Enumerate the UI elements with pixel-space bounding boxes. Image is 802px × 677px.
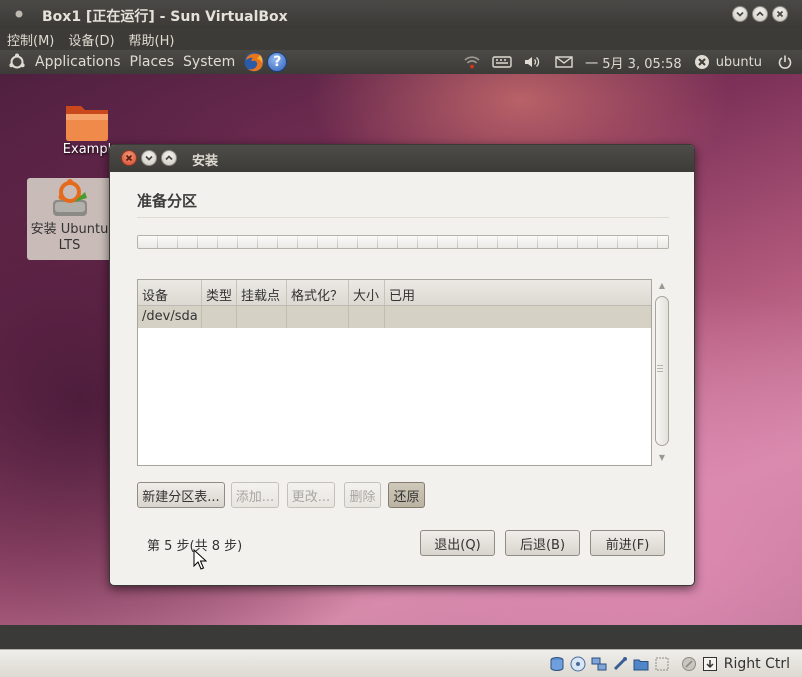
revert-button[interactable]: 还原 bbox=[388, 482, 425, 508]
table-header: 设备 类型 挂载点 格式化？ 大小 已用 bbox=[138, 280, 651, 306]
user-menu[interactable]: ubuntu bbox=[694, 54, 762, 70]
col-mount[interactable]: 挂载点 bbox=[237, 280, 287, 305]
cell-mount bbox=[237, 306, 287, 328]
scroll-up-icon[interactable]: ▲ bbox=[657, 281, 667, 291]
dialog-close-button[interactable] bbox=[121, 150, 137, 166]
vbox-menubar: 控制(M) 设备(D) 帮助(H) bbox=[0, 28, 802, 50]
menu-applications[interactable]: Applications bbox=[35, 54, 121, 70]
dialog-minimize-button[interactable] bbox=[141, 150, 157, 166]
user-status-icon bbox=[694, 55, 709, 69]
col-format[interactable]: 格式化？ bbox=[287, 280, 349, 305]
cell-size bbox=[349, 306, 385, 328]
table-row[interactable]: /dev/sda bbox=[138, 306, 651, 328]
forward-button[interactable]: 前进(F) bbox=[590, 530, 665, 556]
minimize-button[interactable] bbox=[732, 6, 748, 22]
menu-system[interactable]: System bbox=[183, 54, 235, 70]
back-button[interactable]: 后退(B) bbox=[505, 530, 580, 556]
table-scrollbar[interactable]: ▲ ▼ bbox=[654, 279, 670, 466]
menu-help[interactable]: 帮助(H) bbox=[129, 30, 175, 49]
chevron-down-icon bbox=[145, 155, 153, 161]
col-type[interactable]: 类型 bbox=[202, 280, 237, 305]
username: ubuntu bbox=[715, 54, 762, 70]
dialog-title-bar[interactable]: 安装 bbox=[110, 145, 694, 172]
chevron-up-icon bbox=[756, 11, 764, 17]
close-button[interactable] bbox=[772, 6, 788, 22]
vbox-status-bar: Right Ctrl bbox=[0, 649, 802, 677]
page-title: 准备分区 bbox=[137, 192, 198, 210]
partition-table: 设备 类型 挂载点 格式化？ 大小 已用 /dev/sda bbox=[137, 279, 652, 466]
cell-format bbox=[287, 306, 349, 328]
window-menu-icon[interactable] bbox=[12, 7, 26, 21]
cell-type bbox=[202, 306, 237, 328]
display-icon[interactable] bbox=[653, 655, 671, 673]
firefox-icon[interactable] bbox=[243, 51, 265, 73]
desktop-icon-installer[interactable]: 安装 Ubuntu LTS bbox=[27, 178, 112, 260]
install-dialog: 安装 准备分区 设备 类型 挂载点 格式化？ 大小 已用 /dev/sda ▲ … bbox=[109, 144, 695, 586]
menu-control[interactable]: 控制(M) bbox=[7, 30, 54, 49]
cell-device: /dev/sda bbox=[138, 306, 202, 328]
power-icon[interactable] bbox=[774, 54, 796, 70]
partition-bar bbox=[137, 235, 669, 249]
help-icon[interactable]: ? bbox=[267, 52, 288, 72]
close-icon bbox=[776, 10, 784, 18]
vbox-title-bar: Box1 [正在运行] - Sun VirtualBox bbox=[0, 0, 802, 28]
dialog-maximize-button[interactable] bbox=[161, 150, 177, 166]
desktop-icon-label: 安装 Ubuntu LTS bbox=[30, 222, 109, 253]
network-icon[interactable] bbox=[461, 54, 483, 70]
folder-icon bbox=[66, 106, 108, 141]
chevron-up-icon bbox=[165, 155, 173, 161]
ubuntu-logo-icon[interactable] bbox=[8, 53, 26, 71]
scroll-grip-icon bbox=[657, 365, 663, 373]
new-partition-table-button[interactable]: 新建分区表... bbox=[137, 482, 225, 508]
mouse-cursor-icon bbox=[193, 549, 207, 570]
col-size[interactable]: 大小 bbox=[349, 280, 385, 305]
system-tray: 一 5月 3, 05:58 ubuntu bbox=[461, 50, 802, 74]
change-partition-button[interactable]: 更改... bbox=[287, 482, 335, 508]
heading-divider bbox=[137, 217, 669, 218]
panel-clock[interactable]: 一 5月 3, 05:58 bbox=[585, 53, 682, 72]
menu-places[interactable]: Places bbox=[130, 54, 175, 70]
dialog-title: 安装 bbox=[192, 154, 219, 169]
cdrom-icon[interactable] bbox=[569, 655, 587, 673]
quit-button[interactable]: 退出(Q) bbox=[420, 530, 495, 556]
col-device[interactable]: 设备 bbox=[138, 280, 202, 305]
maximize-button[interactable] bbox=[752, 6, 768, 22]
host-key-icon bbox=[701, 655, 719, 673]
delete-partition-button[interactable]: 删除 bbox=[344, 482, 381, 508]
harddisk-icon[interactable] bbox=[548, 655, 566, 673]
dialog-body: 准备分区 设备 类型 挂载点 格式化？ 大小 已用 /dev/sda ▲ ▼ 新… bbox=[110, 172, 694, 585]
volume-icon[interactable] bbox=[521, 55, 543, 69]
window-title: Box1 [正在运行] - Sun VirtualBox bbox=[42, 9, 288, 25]
host-key-label: Right Ctrl bbox=[723, 655, 790, 672]
menu-devices[interactable]: 设备(D) bbox=[68, 30, 114, 49]
cell-used bbox=[385, 306, 651, 328]
close-icon bbox=[125, 154, 133, 162]
mail-icon[interactable] bbox=[553, 55, 575, 69]
shared-folder-icon[interactable] bbox=[632, 655, 650, 673]
add-partition-button[interactable]: 添加... bbox=[231, 482, 279, 508]
chevron-down-icon bbox=[736, 11, 744, 17]
keyboard-icon[interactable] bbox=[489, 55, 515, 69]
mouse-integration-icon[interactable] bbox=[680, 655, 698, 673]
network-adapter-icon[interactable] bbox=[590, 655, 608, 673]
guest-screen: Applications Places System ? 一 5月 3, 05:… bbox=[0, 50, 802, 625]
usb-icon[interactable] bbox=[611, 655, 629, 673]
ubuntu-top-panel: Applications Places System ? 一 5月 3, 05:… bbox=[0, 50, 802, 74]
scroll-down-icon[interactable]: ▼ bbox=[657, 453, 667, 463]
col-used[interactable]: 已用 bbox=[385, 280, 651, 305]
installer-icon bbox=[52, 179, 87, 216]
